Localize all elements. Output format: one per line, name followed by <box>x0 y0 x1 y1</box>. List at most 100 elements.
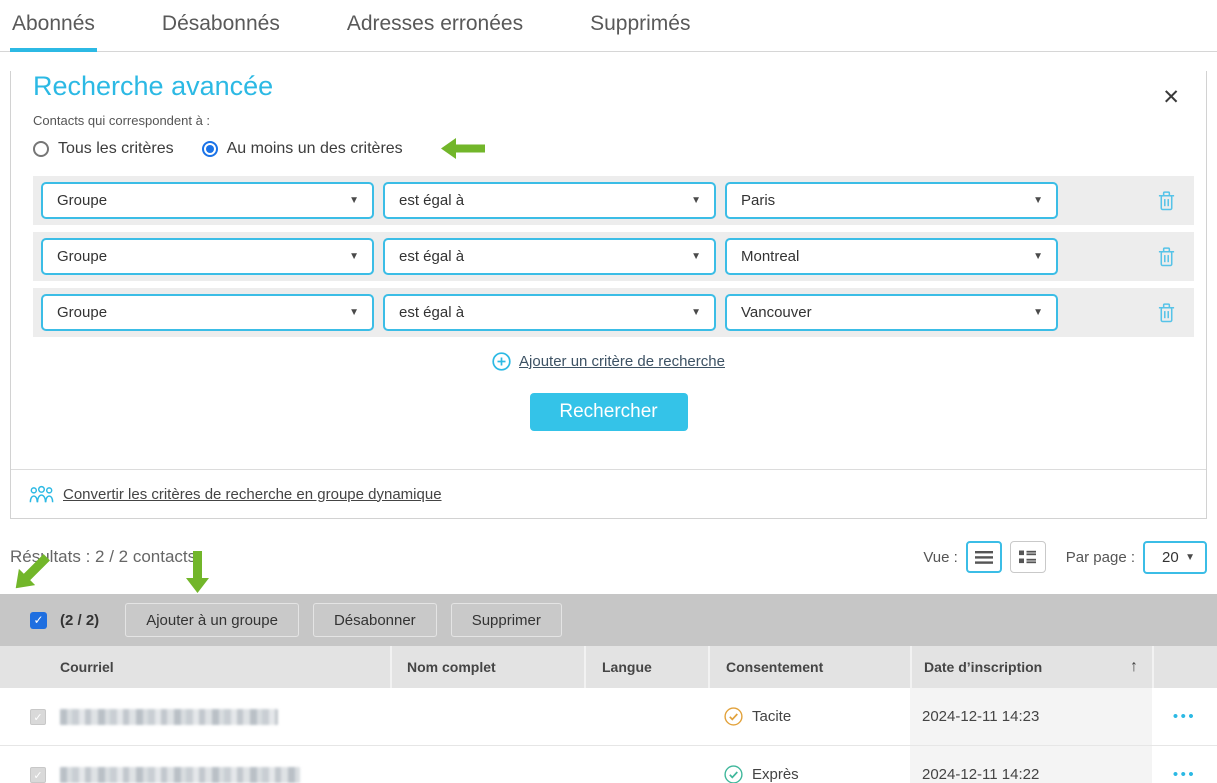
operator-select-value: est égal à <box>399 192 691 209</box>
cell-nom-complet <box>390 688 584 745</box>
chevron-down-icon: ▼ <box>1185 552 1195 563</box>
field-select-value: Groupe <box>57 248 349 265</box>
operator-select[interactable]: est égal à ▼ <box>383 182 716 219</box>
operator-select-value: est égal à <box>399 304 691 321</box>
match-mode-options: Tous les critères Au moins un des critèr… <box>33 137 1206 160</box>
table-row: ✓ Exprès 2024-12-11 14:22 ••• <box>0 746 1217 783</box>
row-menu-ellipsis-icon[interactable]: ••• <box>1173 766 1196 783</box>
row-checkbox-disabled: ✓ <box>30 709 46 725</box>
header-courriel[interactable]: Courriel <box>60 646 390 688</box>
row-menu-ellipsis-icon[interactable]: ••• <box>1173 708 1196 725</box>
add-criteria-link[interactable]: Ajouter un critère de recherche <box>492 352 725 371</box>
card-view-button[interactable] <box>1010 541 1046 573</box>
results-controls: Vue : Par page : 20 ▼ <box>923 541 1207 574</box>
field-select[interactable]: Groupe ▼ <box>41 238 374 275</box>
chevron-down-icon: ▼ <box>1033 307 1043 318</box>
value-select[interactable]: Paris ▼ <box>725 182 1058 219</box>
trash-icon <box>1157 190 1176 211</box>
email-redacted <box>60 709 278 725</box>
per-page-value: 20 <box>1162 549 1179 566</box>
unsubscribe-button[interactable]: Désabonner <box>313 603 437 637</box>
per-page-label: Par page : <box>1066 549 1135 566</box>
advanced-search-panel: ✕ Recherche avancée Contacts qui corresp… <box>10 71 1207 519</box>
consent-check-icon <box>724 765 743 783</box>
operator-select[interactable]: est égal à ▼ <box>383 294 716 331</box>
cell-nom-complet <box>390 746 584 783</box>
value-select-value: Vancouver <box>741 304 1033 321</box>
consent-check-icon <box>724 707 743 726</box>
per-page-select[interactable]: 20 ▼ <box>1143 541 1207 574</box>
value-select-value: Paris <box>741 192 1033 209</box>
value-select-value: Montreal <box>741 248 1033 265</box>
chevron-down-icon: ▼ <box>349 195 359 206</box>
radio-all-label: Tous les critères <box>58 140 174 158</box>
table-row: ✓ Tacite 2024-12-11 14:23 ••• <box>0 688 1217 746</box>
cell-langue <box>584 746 708 783</box>
cell-langue <box>584 688 708 745</box>
row-checkbox-disabled: ✓ <box>30 767 46 783</box>
radio-any-criteria[interactable]: Au moins un des critères <box>202 140 403 158</box>
delete-criteria-button[interactable] <box>1157 302 1176 323</box>
criteria-row: Groupe ▼ est égal à ▼ Vancouver ▼ <box>33 288 1194 337</box>
consent-label: Tacite <box>752 708 791 725</box>
date-value: 2024-12-11 14:23 <box>922 708 1039 725</box>
add-criteria-row: Ajouter un critère de recherche <box>11 352 1206 376</box>
date-value: 2024-12-11 14:22 <box>922 766 1039 783</box>
chevron-down-icon: ▼ <box>691 195 701 206</box>
operator-select-value: est égal à <box>399 248 691 265</box>
chevron-down-icon: ▼ <box>1033 251 1043 262</box>
plus-circle-icon <box>492 352 511 371</box>
search-button[interactable]: Rechercher <box>530 393 688 431</box>
tab-desabonnes[interactable]: Désabonnés <box>160 12 282 51</box>
chevron-down-icon: ▼ <box>349 307 359 318</box>
header-langue[interactable]: Langue <box>584 646 708 688</box>
value-select[interactable]: Vancouver ▼ <box>725 294 1058 331</box>
table-header: Courriel Nom complet Langue Consentement… <box>0 646 1217 688</box>
field-select-value: Groupe <box>57 304 349 321</box>
field-select[interactable]: Groupe ▼ <box>41 182 374 219</box>
add-criteria-label: Ajouter un critère de recherche <box>519 353 725 370</box>
radio-any-label: Au moins un des critères <box>227 140 403 158</box>
selection-toolbar: ✓ (2 / 2) Ajouter à un groupe Désabonner… <box>0 594 1217 646</box>
header-date-label: Date d’inscription <box>924 659 1042 675</box>
header-nom-complet[interactable]: Nom complet <box>390 646 584 688</box>
delete-button[interactable]: Supprimer <box>451 603 562 637</box>
panel-title: Recherche avancée <box>33 71 1206 102</box>
convert-dynamic-group-link[interactable]: Convertir les critères de recherche en g… <box>63 486 442 503</box>
match-mode-label: Contacts qui correspondent à : <box>33 113 1206 128</box>
value-select[interactable]: Montreal ▼ <box>725 238 1058 275</box>
delete-criteria-button[interactable] <box>1157 246 1176 267</box>
contacts-page: Abonnés Désabonnés Adresses erronées Sup… <box>0 0 1217 783</box>
cell-date-inscription: 2024-12-11 14:23 <box>910 688 1152 745</box>
chevron-down-icon: ▼ <box>1033 195 1043 206</box>
consent-badge: Exprès <box>724 765 799 783</box>
trash-icon <box>1157 302 1176 323</box>
header-consentement[interactable]: Consentement <box>708 646 910 688</box>
list-icon <box>975 551 993 564</box>
tab-supprimes[interactable]: Supprimés <box>588 12 692 51</box>
add-to-group-button[interactable]: Ajouter à un groupe <box>125 603 299 637</box>
results-bar: Résultats : 2 / 2 contacts Vue : Par pag… <box>10 539 1207 575</box>
sort-ascending-icon[interactable]: ↑ <box>1130 658 1138 676</box>
delete-criteria-button[interactable] <box>1157 190 1176 211</box>
radio-unchecked-icon[interactable] <box>33 141 49 157</box>
header-actions-spacer <box>1152 646 1217 688</box>
select-all-checkbox[interactable]: ✓ <box>30 612 47 629</box>
chevron-down-icon: ▼ <box>349 251 359 262</box>
operator-select[interactable]: est égal à ▼ <box>383 238 716 275</box>
list-view-button[interactable] <box>966 541 1002 573</box>
radio-all-criteria[interactable]: Tous les critères <box>33 140 174 158</box>
tab-adresses-erronees[interactable]: Adresses erronées <box>345 12 525 51</box>
header-checkbox-spacer <box>0 646 60 688</box>
group-icon <box>29 485 54 504</box>
consent-label: Exprès <box>752 766 799 783</box>
field-select[interactable]: Groupe ▼ <box>41 294 374 331</box>
criteria-list: Groupe ▼ est égal à ▼ Paris ▼ <box>33 176 1194 337</box>
tab-abonnes[interactable]: Abonnés <box>10 12 97 51</box>
green-arrow-left-icon <box>441 137 485 160</box>
criteria-row: Groupe ▼ est égal à ▼ Paris ▼ <box>33 176 1194 225</box>
header-date-inscription[interactable]: Date d’inscription ↑ <box>910 646 1152 688</box>
chevron-down-icon: ▼ <box>691 307 701 318</box>
close-icon[interactable]: ✕ <box>1162 87 1180 108</box>
radio-checked-icon[interactable] <box>202 141 218 157</box>
